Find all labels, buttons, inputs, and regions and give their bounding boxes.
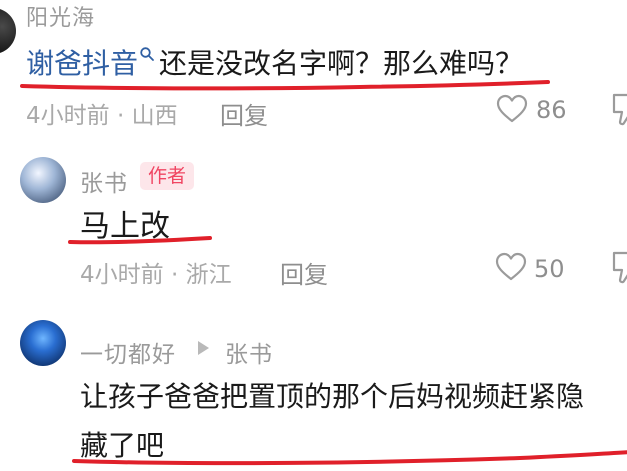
mention-link[interactable]: 谢爸抖音 bbox=[26, 47, 138, 80]
comment-username[interactable]: 一切都好 bbox=[80, 335, 176, 369]
author-badge: 作者 bbox=[140, 162, 195, 190]
dislike-icon[interactable] bbox=[610, 250, 627, 284]
like-count: 50 bbox=[534, 255, 565, 283]
reply-button[interactable]: 回复 bbox=[280, 255, 328, 290]
avatar[interactable] bbox=[0, 8, 16, 54]
comment-username[interactable]: 阳光海 bbox=[26, 0, 95, 32]
heart-icon[interactable] bbox=[495, 252, 527, 282]
comment-text-continued: 藏了吧 bbox=[80, 429, 165, 462]
search-icon[interactable] bbox=[139, 46, 155, 62]
reply-to-username[interactable]: 张书 bbox=[225, 335, 273, 369]
comment-list: 阳光海 谢爸抖音 还是没改名字啊？那么难吗？ 4小时前 · 山西 回复 86 张… bbox=[0, 0, 627, 471]
like-count: 86 bbox=[536, 96, 567, 124]
comment-text: 马上改 bbox=[80, 209, 170, 244]
avatar[interactable] bbox=[20, 320, 66, 366]
reply-button[interactable]: 回复 bbox=[220, 96, 268, 131]
underline-comment-1 bbox=[20, 80, 550, 91]
comment-text: 让孩子爸爸把置顶的那个后妈视频赶紧隐 bbox=[80, 380, 585, 413]
heart-icon[interactable] bbox=[496, 94, 528, 124]
reply-arrow-icon bbox=[198, 341, 209, 355]
comment-text: 谢爸抖音 还是没改名字啊？那么难吗？ bbox=[26, 42, 523, 82]
avatar[interactable] bbox=[20, 157, 66, 203]
dislike-icon[interactable] bbox=[610, 92, 627, 126]
comment-meta: 4小时前 · 山西 bbox=[26, 103, 178, 129]
comment-body: 还是没改名字啊？那么难吗？ bbox=[159, 47, 524, 80]
comment-meta: 4小时前 · 浙江 bbox=[80, 262, 232, 288]
comment-username[interactable]: 张书 bbox=[80, 164, 128, 198]
